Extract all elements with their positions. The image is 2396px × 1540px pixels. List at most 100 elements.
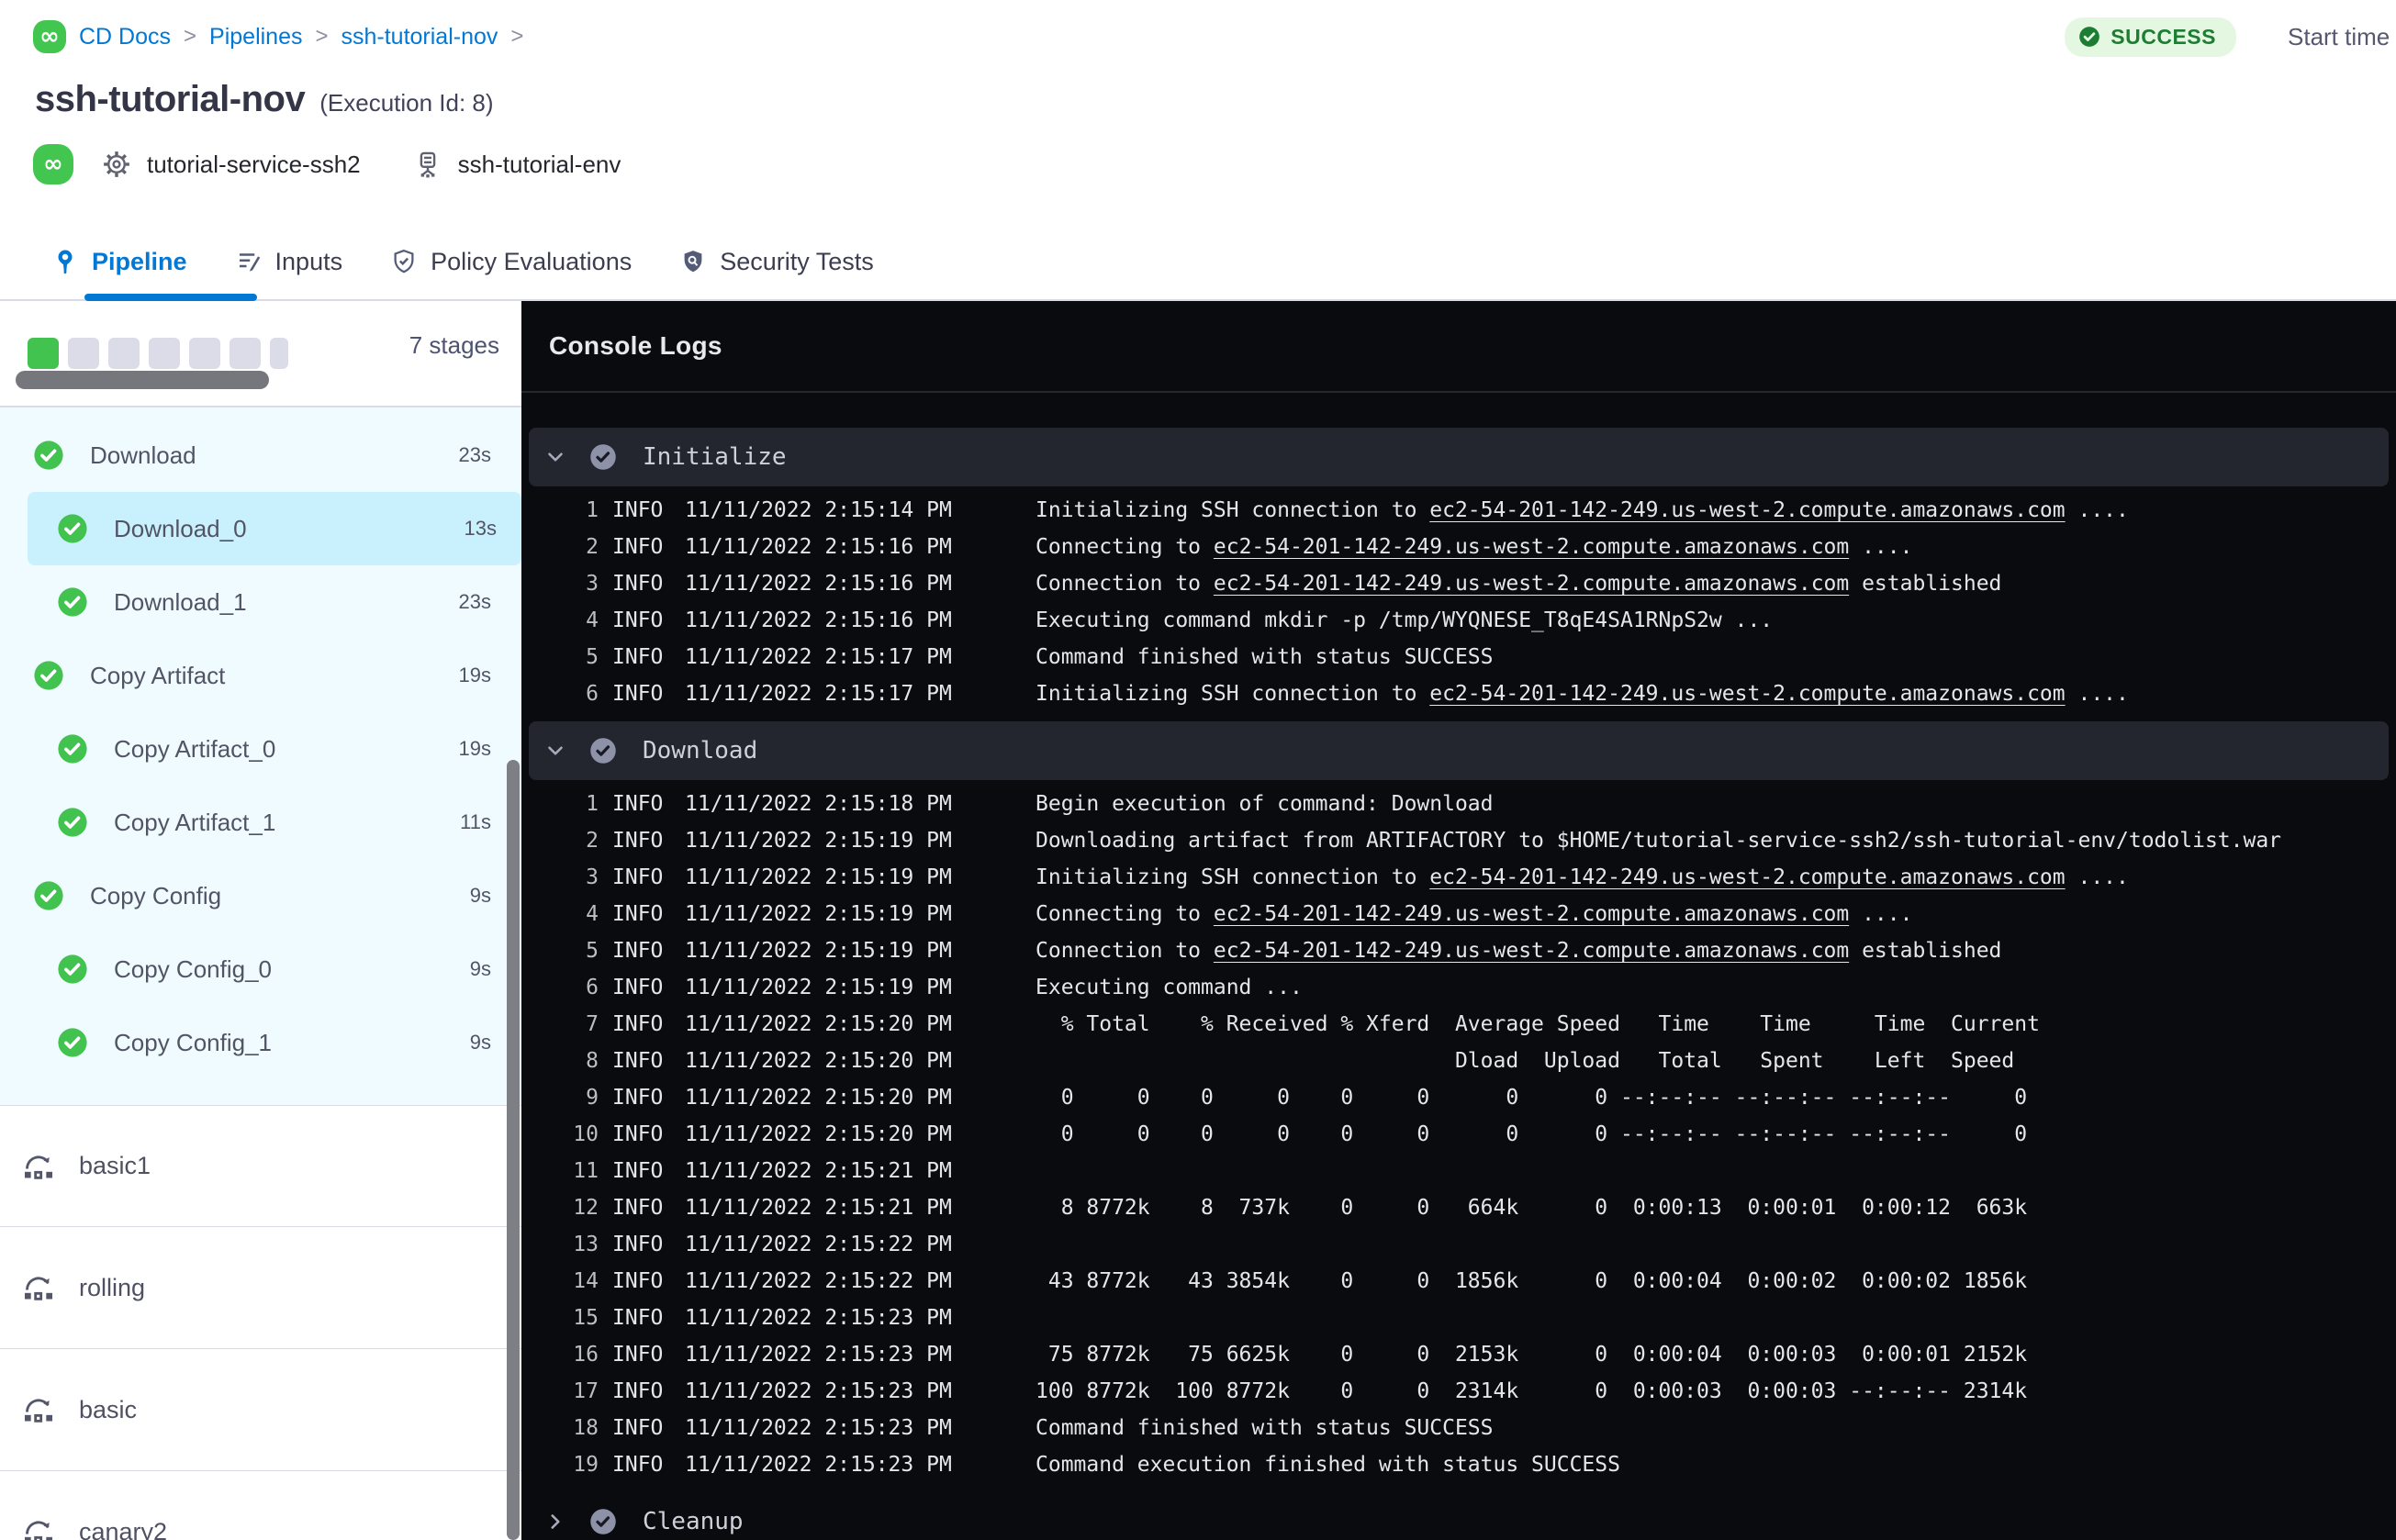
log-message-text: Downloading artifact from ARTIFACTORY to… bbox=[1036, 829, 2282, 853]
log-host-link[interactable]: ec2-54-201-142-249.us-west-2.compute.ama… bbox=[1429, 682, 2065, 706]
sidebar-scrollbar[interactable] bbox=[507, 760, 520, 1540]
log-message-text: 75 8772k 75 6625k 0 0 2153k 0 0:00:04 0:… bbox=[1036, 1343, 2028, 1367]
log-message: Command finished with status SUCCESS bbox=[1036, 1416, 2396, 1440]
stage-row-copy-artifact[interactable]: Copy Artifact 19s bbox=[0, 639, 521, 712]
stage-row-copy-config-0[interactable]: Copy Config_0 9s bbox=[0, 932, 521, 1006]
tab-pipeline[interactable]: Pipeline bbox=[51, 224, 257, 301]
log-host-link[interactable]: ec2-54-201-142-249.us-west-2.compute.ama… bbox=[1214, 939, 1849, 963]
log-line-number: 4 bbox=[586, 902, 599, 926]
stage-row-download-1[interactable]: Download_1 23s bbox=[0, 565, 521, 639]
environment-name[interactable]: ssh-tutorial-env bbox=[458, 151, 621, 179]
pipeline-item-label: rolling bbox=[79, 1273, 146, 1301]
chevron-down-icon[interactable] bbox=[543, 738, 567, 764]
log-message-text: Command finished with status SUCCESS bbox=[1036, 645, 1494, 669]
stage-minimap-slider[interactable] bbox=[16, 371, 269, 389]
log-level: INFO bbox=[612, 1159, 664, 1183]
breadcrumb-link-cd-docs[interactable]: CD Docs bbox=[79, 24, 171, 50]
log-message-text: 43 8772k 43 3854k 0 0 1856k 0 0:00:04 0:… bbox=[1036, 1269, 2028, 1293]
tab-policy-evaluations[interactable]: Policy Evaluations bbox=[390, 224, 632, 299]
log-message-text: Begin execution of command: Download bbox=[1036, 792, 1494, 816]
log-line: 4 INFO 11/11/2022 2:15:19 PM Connecting to … bbox=[521, 896, 2396, 932]
log-message: 0 0 0 0 0 0 0 0 --:--:-- --:--:-- --:--:… bbox=[1036, 1086, 2396, 1110]
log-level: INFO bbox=[612, 1122, 664, 1146]
log-timestamp: 11/11/2022 2:15:19 PM bbox=[685, 939, 952, 963]
log-level: INFO bbox=[612, 865, 664, 889]
stage-row-copy-config[interactable]: Copy Config 9s bbox=[0, 859, 521, 932]
main-content: 7 stages Download 23s Download_0 13s Downloa… bbox=[0, 301, 2396, 1540]
log-message-text: .... bbox=[2065, 865, 2129, 889]
shield-check-icon bbox=[390, 248, 418, 275]
log-line: 10 INFO 11/11/2022 2:15:20 PM 0 0 0 0 0 0 … bbox=[521, 1116, 2396, 1153]
stage-row-copy-config-1[interactable]: Copy Config_1 9s bbox=[0, 1006, 521, 1079]
log-level: INFO bbox=[612, 1049, 664, 1073]
check-circle-icon bbox=[2079, 27, 2100, 47]
rollback-stages-icon bbox=[20, 1151, 57, 1182]
pipeline-item-basic1[interactable]: basic1 bbox=[0, 1105, 521, 1227]
stages-progress-strip: 7 stages bbox=[0, 301, 521, 407]
stage-name: Copy Artifact_1 bbox=[114, 808, 276, 836]
log-line: 15 INFO 11/11/2022 2:15:23 PM bbox=[521, 1300, 2396, 1336]
log-line: 17 INFO 11/11/2022 2:15:23 PM 100 8772k 100… bbox=[521, 1373, 2396, 1410]
log-line-number: 2 bbox=[586, 829, 599, 853]
log-message-text: Executing command ... bbox=[1036, 976, 1303, 999]
log-message-text: 100 8772k 100 8772k 0 0 2314k 0 0:00:03 … bbox=[1036, 1379, 2028, 1403]
stage-row-download-0[interactable]: Download_0 13s bbox=[28, 492, 521, 565]
console-log-area: Initialize 1 INFO 11/11/2022 2:15:14 PM Init… bbox=[521, 428, 2396, 1540]
stage-row-copy-artifact-0[interactable]: Copy Artifact_0 19s bbox=[0, 712, 521, 786]
breadcrumb-link-pipeline-name[interactable]: ssh-tutorial-nov bbox=[341, 24, 498, 50]
stage-success-check-icon bbox=[33, 880, 64, 911]
log-message: Initializing SSH connection to ec2-54-20… bbox=[1036, 498, 2396, 522]
log-host-link[interactable]: ec2-54-201-142-249.us-west-2.compute.ama… bbox=[1429, 865, 2065, 889]
log-section-header-cleanup[interactable]: Cleanup bbox=[529, 1492, 2389, 1540]
log-line-number: 6 bbox=[586, 682, 599, 706]
log-message: Executing command mkdir -p /tmp/WYQNESE_… bbox=[1036, 608, 2396, 632]
log-message-text: Connecting to bbox=[1036, 902, 1214, 926]
log-line-number: 16 bbox=[573, 1343, 599, 1367]
log-line-number: 9 bbox=[586, 1086, 599, 1110]
stage-duration: 9s bbox=[469, 884, 491, 907]
log-host-link[interactable]: ec2-54-201-142-249.us-west-2.compute.ama… bbox=[1429, 498, 2065, 522]
log-level: INFO bbox=[612, 535, 664, 559]
stage-row-copy-artifact-1[interactable]: Copy Artifact_1 11s bbox=[0, 786, 521, 859]
chevron-right-icon[interactable] bbox=[543, 1509, 567, 1534]
log-host-link[interactable]: ec2-54-201-142-249.us-west-2.compute.ama… bbox=[1214, 535, 1849, 559]
log-message-text: Connecting to bbox=[1036, 535, 1214, 559]
pipeline-execution-page: ∞ CD Docs > Pipelines > ssh-tutorial-nov… bbox=[0, 0, 2396, 1540]
tab-label: Security Tests bbox=[720, 247, 874, 275]
log-line-number: 2 bbox=[586, 535, 599, 559]
infinity-glyph: ∞ bbox=[43, 151, 63, 178]
log-timestamp: 11/11/2022 2:15:20 PM bbox=[685, 1122, 952, 1146]
log-line-number: 5 bbox=[586, 645, 599, 669]
pipeline-item-rolling[interactable]: rolling bbox=[0, 1227, 521, 1349]
stage-progress-square bbox=[68, 338, 99, 369]
pipeline-item-canary2[interactable]: canary2 bbox=[0, 1471, 521, 1540]
service-name[interactable]: tutorial-service-ssh2 bbox=[147, 151, 361, 179]
log-message: Dload Upload Total Spent Left Speed bbox=[1036, 1049, 2396, 1073]
status-badge-label: SUCCESS bbox=[2110, 24, 2216, 49]
log-message-text: 8 8772k 8 737k 0 0 664k 0 0:00:13 0:00:0… bbox=[1036, 1196, 2028, 1220]
tab-security-tests[interactable]: Security Tests bbox=[679, 224, 874, 299]
log-host-link[interactable]: ec2-54-201-142-249.us-west-2.compute.ama… bbox=[1214, 572, 1849, 596]
log-host-link[interactable]: ec2-54-201-142-249.us-west-2.compute.ama… bbox=[1214, 902, 1849, 926]
log-line: 13 INFO 11/11/2022 2:15:22 PM bbox=[521, 1226, 2396, 1263]
log-line: 3 INFO 11/11/2022 2:15:19 PM Initializing S… bbox=[521, 859, 2396, 896]
pipeline-item-basic[interactable]: basic bbox=[0, 1349, 521, 1471]
stage-progress-square bbox=[149, 338, 180, 369]
stage-progress-square bbox=[108, 338, 140, 369]
breadcrumb-link-pipelines[interactable]: Pipelines bbox=[209, 24, 302, 50]
harness-cd-module-icon: ∞ bbox=[33, 144, 73, 184]
chevron-down-icon[interactable] bbox=[543, 444, 567, 470]
stage-progress-square bbox=[189, 338, 220, 369]
log-timestamp: 11/11/2022 2:15:16 PM bbox=[685, 572, 952, 596]
stage-row-download[interactable]: Download 23s bbox=[0, 418, 521, 492]
log-section-header-download[interactable]: Download bbox=[529, 721, 2389, 780]
log-section-header-initialize[interactable]: Initialize bbox=[529, 428, 2389, 486]
rollback-stages-icon bbox=[20, 1394, 57, 1425]
log-line-number: 1 bbox=[586, 498, 599, 522]
tab-inputs[interactable]: Inputs bbox=[235, 224, 342, 299]
log-message: Begin execution of command: Download bbox=[1036, 792, 2396, 816]
stage-success-check-icon bbox=[57, 807, 88, 838]
stage-progress-squares bbox=[28, 338, 288, 369]
log-message: Executing command ... bbox=[1036, 976, 2396, 999]
log-line: 6 INFO 11/11/2022 2:15:19 PM Executing comm… bbox=[521, 969, 2396, 1006]
